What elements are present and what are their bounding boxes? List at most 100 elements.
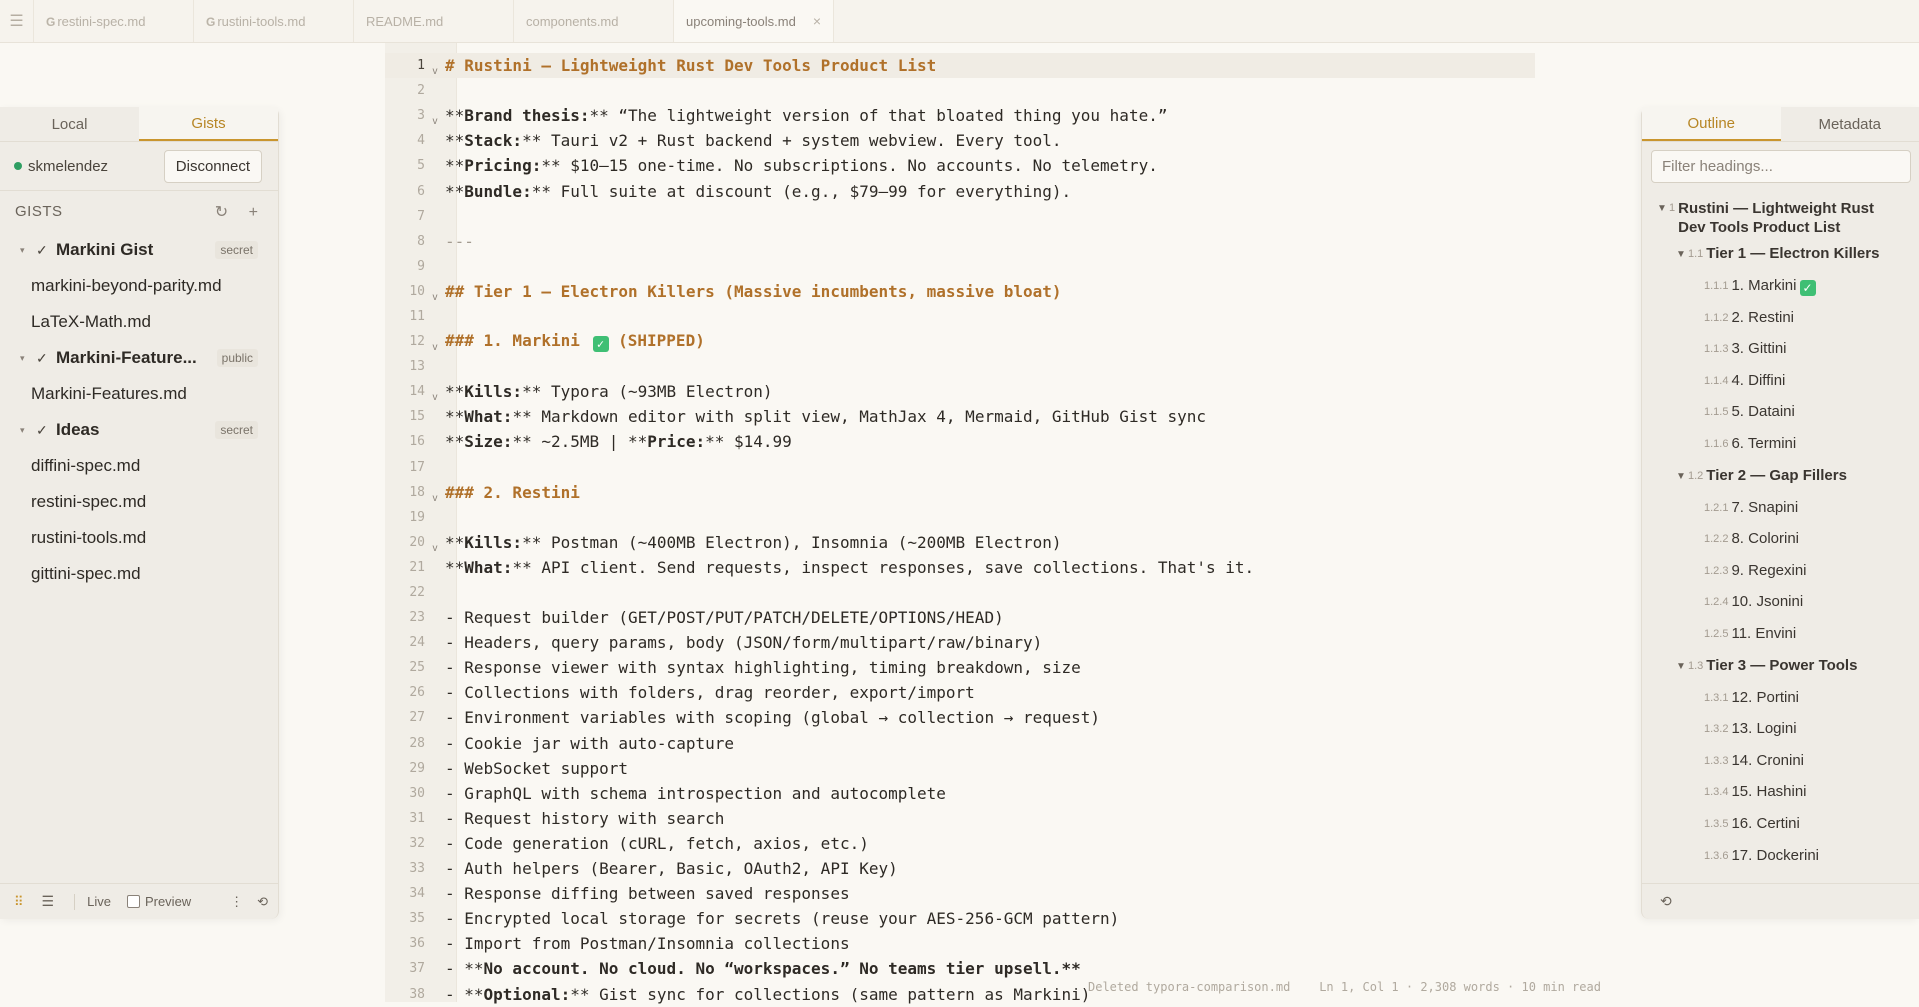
editor-line[interactable]: 15**What:** Markdown editor with split v… bbox=[385, 404, 1535, 429]
editor-line[interactable]: 11 bbox=[385, 304, 1535, 329]
editor-line[interactable]: 22 bbox=[385, 580, 1535, 605]
expand-icon[interactable]: ▼ bbox=[1676, 661, 1688, 672]
outline-item[interactable]: 1.3.617. Dockerini bbox=[1642, 841, 1919, 873]
gist-group[interactable]: ▾✓Markini-Feature...public bbox=[0, 340, 278, 376]
editor-line[interactable]: 30- GraphQL with schema introspection an… bbox=[385, 781, 1535, 806]
outline-item[interactable]: 1.1.44. Diffini bbox=[1642, 366, 1919, 398]
editor-line[interactable]: 33- Auth helpers (Bearer, Basic, OAuth2,… bbox=[385, 856, 1535, 881]
editor-line[interactable]: 21**What:** API client. Send requests, i… bbox=[385, 555, 1535, 580]
outline-item[interactable]: ▼1.2Tier 2 — Gap Fillers bbox=[1642, 461, 1919, 493]
editor-line[interactable]: 36- Import from Postman/Insomnia collect… bbox=[385, 931, 1535, 956]
editor-line[interactable]: 28- Cookie jar with auto-capture bbox=[385, 731, 1535, 756]
outline-item[interactable]: 1.2.17. Snapini bbox=[1642, 493, 1919, 525]
editor-line[interactable]: 17 bbox=[385, 455, 1535, 480]
gist-group[interactable]: ▾✓Markini Gistsecret bbox=[0, 232, 278, 268]
fold-icon[interactable]: v bbox=[425, 116, 445, 127]
fold-icon[interactable]: v bbox=[425, 66, 445, 77]
editor-line[interactable]: 20v**Kills:** Postman (~400MB Electron),… bbox=[385, 530, 1535, 555]
more-icon[interactable]: ⋮ bbox=[230, 894, 243, 910]
editor-line[interactable]: 16**Size:** ~2.5MB | **Price:** $14.99 bbox=[385, 429, 1535, 454]
outline-item[interactable]: ▼1.1Tier 1 — Electron Killers bbox=[1642, 239, 1919, 271]
gist-file[interactable]: restini-spec.md bbox=[0, 484, 278, 520]
chevron-down-icon[interactable]: ▾ bbox=[20, 425, 36, 436]
editor-line[interactable]: 23- Request builder (GET/POST/PUT/PATCH/… bbox=[385, 605, 1535, 630]
editor-line[interactable]: 25- Response viewer with syntax highligh… bbox=[385, 655, 1535, 680]
live-toggle[interactable]: Live bbox=[87, 894, 111, 909]
outline-item[interactable]: 1.2.39. Regexini bbox=[1642, 556, 1919, 588]
editor-line[interactable]: 7 bbox=[385, 204, 1535, 229]
outline-item[interactable]: ▼1.3Tier 3 — Power Tools bbox=[1642, 651, 1919, 683]
list-icon[interactable]: ☰ bbox=[42, 893, 55, 910]
editor-line[interactable]: 4**Stack:** Tauri v2 + Rust backend + sy… bbox=[385, 128, 1535, 153]
editor-line[interactable]: 14v**Kills:** Typora (~93MB Electron) bbox=[385, 379, 1535, 404]
tab-outline[interactable]: Outline bbox=[1642, 107, 1781, 141]
chevron-down-icon[interactable]: ▾ bbox=[20, 245, 36, 256]
collapse-icon[interactable]: ⟲ bbox=[257, 894, 268, 910]
fold-icon[interactable]: v bbox=[425, 493, 445, 504]
fold-icon[interactable]: v bbox=[425, 392, 445, 403]
outline-item[interactable]: 1.1.11. Markini✓ bbox=[1642, 271, 1919, 303]
outline-item[interactable]: ▼1Rustini — Lightweight Rust Dev Tools P… bbox=[1642, 189, 1919, 239]
gist-file[interactable]: diffini-spec.md bbox=[0, 448, 278, 484]
outline-item[interactable]: 1.1.33. Gittini bbox=[1642, 334, 1919, 366]
outline-item[interactable]: 1.3.112. Portini bbox=[1642, 683, 1919, 715]
gist-file[interactable]: gittini-spec.md bbox=[0, 556, 278, 592]
editor-line[interactable]: 27- Environment variables with scoping (… bbox=[385, 705, 1535, 730]
tab-metadata[interactable]: Metadata bbox=[1781, 107, 1919, 141]
file-tab[interactable]: upcoming-tools.md× bbox=[674, 0, 834, 42]
disconnect-button[interactable]: Disconnect bbox=[164, 150, 262, 183]
editor-line[interactable]: 34- Response diffing between saved respo… bbox=[385, 881, 1535, 906]
editor-line[interactable]: 35- Encrypted local storage for secrets … bbox=[385, 906, 1535, 931]
editor-line[interactable]: 5**Pricing:** $10–15 one-time. No subscr… bbox=[385, 153, 1535, 178]
outline-item[interactable]: 1.2.511. Envini bbox=[1642, 619, 1919, 651]
outline-item[interactable]: 1.1.66. Termini bbox=[1642, 429, 1919, 461]
editor-line[interactable]: 8--- bbox=[385, 229, 1535, 254]
gist-group[interactable]: ▾✓Ideassecret bbox=[0, 412, 278, 448]
fold-icon[interactable]: v bbox=[425, 543, 445, 554]
collapse-icon[interactable]: ⟲ bbox=[1660, 893, 1672, 910]
filter-headings-input[interactable] bbox=[1651, 150, 1911, 183]
outline-icon[interactable]: ⠿ bbox=[14, 894, 24, 910]
outline-item[interactable]: 1.3.516. Certini bbox=[1642, 809, 1919, 841]
editor-line[interactable]: 6**Bundle:** Full suite at discount (e.g… bbox=[385, 178, 1535, 203]
chevron-down-icon[interactable]: ▾ bbox=[20, 353, 36, 364]
expand-icon[interactable]: ▼ bbox=[1676, 249, 1688, 260]
editor-line[interactable]: 9 bbox=[385, 254, 1535, 279]
file-tab[interactable]: README.md bbox=[354, 0, 514, 42]
file-tab[interactable]: components.md bbox=[514, 0, 674, 42]
outline-item[interactable]: 1.3.415. Hashini bbox=[1642, 777, 1919, 809]
editor-line[interactable]: 31- Request history with search bbox=[385, 806, 1535, 831]
add-icon[interactable]: + bbox=[249, 204, 258, 221]
editor-line[interactable]: 19 bbox=[385, 505, 1535, 530]
outline-item[interactable]: 1.1.55. Dataini bbox=[1642, 397, 1919, 429]
editor-line[interactable]: 29- WebSocket support bbox=[385, 756, 1535, 781]
outline-item[interactable]: 1.3.314. Cronini bbox=[1642, 746, 1919, 778]
menu-icon[interactable]: ☰ bbox=[0, 0, 34, 42]
tab-local[interactable]: Local bbox=[0, 107, 139, 141]
outline-item[interactable]: 1.2.28. Colorini bbox=[1642, 524, 1919, 556]
editor-line[interactable]: 13 bbox=[385, 354, 1535, 379]
gist-file[interactable]: rustini-tools.md bbox=[0, 520, 278, 556]
editor-line[interactable]: 2 bbox=[385, 78, 1535, 103]
editor-line[interactable]: 26- Collections with folders, drag reord… bbox=[385, 680, 1535, 705]
gist-file[interactable]: Markini-Features.md bbox=[0, 376, 278, 412]
file-tab[interactable]: Grestini-spec.md bbox=[34, 0, 194, 42]
editor-line[interactable]: 24- Headers, query params, body (JSON/fo… bbox=[385, 630, 1535, 655]
refresh-icon[interactable]: ↻ bbox=[215, 204, 228, 221]
editor[interactable]: 1v# Rustini — Lightweight Rust Dev Tools… bbox=[385, 53, 1535, 1007]
expand-icon[interactable]: ▼ bbox=[1676, 471, 1688, 482]
editor-line[interactable]: 10v## Tier 1 — Electron Killers (Massive… bbox=[385, 279, 1535, 304]
fold-icon[interactable]: v bbox=[425, 292, 445, 303]
close-icon[interactable]: × bbox=[813, 13, 821, 29]
editor-line[interactable]: 32- Code generation (cURL, fetch, axios,… bbox=[385, 831, 1535, 856]
file-tab[interactable]: Grustini-tools.md bbox=[194, 0, 354, 42]
editor-line[interactable]: 3v**Brand thesis:** “The lightweight ver… bbox=[385, 103, 1535, 128]
tab-gists[interactable]: Gists bbox=[139, 107, 278, 141]
editor-line[interactable]: 1v# Rustini — Lightweight Rust Dev Tools… bbox=[385, 53, 1535, 78]
outline-item[interactable]: 1.3.213. Logini bbox=[1642, 714, 1919, 746]
editor-line[interactable]: 37- **No account. No cloud. No “workspac… bbox=[385, 956, 1535, 981]
editor-line[interactable]: 12v### 1. Markini ✓ (SHIPPED) bbox=[385, 329, 1535, 354]
outline-item[interactable]: 1.1.22. Restini bbox=[1642, 303, 1919, 335]
gist-file[interactable]: markini-beyond-parity.md bbox=[0, 268, 278, 304]
outline-item[interactable]: 1.2.410. Jsonini bbox=[1642, 587, 1919, 619]
